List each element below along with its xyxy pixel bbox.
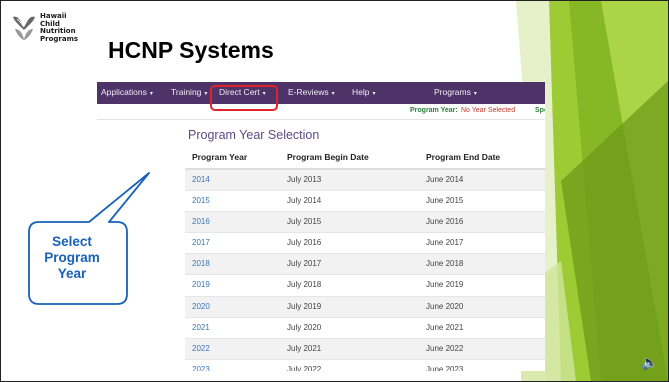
slide-frame: Hawaii Child Nutrition Programs HCNP Sys… [0, 0, 669, 382]
callout-bubble [28, 172, 150, 305]
callout-line: Select [52, 234, 92, 249]
callout-text: Select Program Year [28, 234, 116, 282]
callout-line: Program [44, 250, 100, 265]
callout-line: Year [57, 266, 87, 281]
speaker-icon[interactable]: 🔈 [641, 354, 658, 371]
